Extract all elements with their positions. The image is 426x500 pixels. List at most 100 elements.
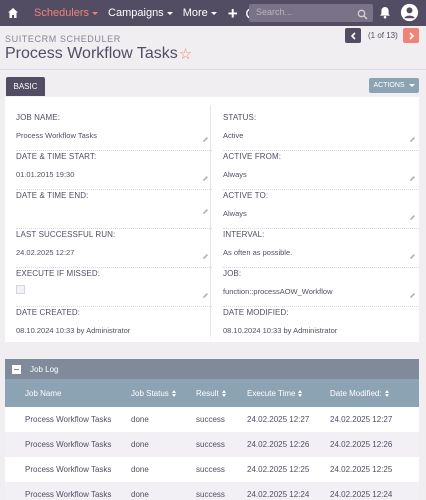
- field-job-name: JOB NAME: Process Workflow Tasks: [16, 113, 212, 151]
- actions-button[interactable]: ACTIONS: [369, 78, 419, 93]
- cell-execute-time: 24.02.2025 12:25: [247, 465, 310, 474]
- job-log-table-header: Job Name Job Status Result Execute Time …: [5, 379, 419, 407]
- field-execute-if-missed: EXECUTE IF MISSED:: [16, 269, 212, 307]
- field-separator: [223, 228, 419, 229]
- cell-execute-time: 24.02.2025 12:26: [247, 440, 310, 449]
- field-value: 08.10.2024 10:33 by Administrator: [223, 326, 338, 335]
- column-header-label: Execute Time: [247, 389, 296, 398]
- field-label: DATE CREATED:: [16, 308, 81, 317]
- top-navigation: Schedulers Campaigns More + Search...: [0, 0, 426, 26]
- previous-record-button[interactable]: [345, 28, 361, 43]
- field-job: JOB: function::processAOW_Workflow: [223, 269, 419, 307]
- cell-result: success: [196, 490, 225, 499]
- page-title-text: Process Workflow Tasks: [5, 45, 178, 62]
- cell-job-name[interactable]: Process Workflow Tasks: [25, 440, 111, 449]
- home-button[interactable]: [2, 0, 24, 26]
- plus-icon[interactable]: +: [228, 5, 238, 22]
- search-input[interactable]: Search...: [249, 4, 373, 22]
- pencil-icon[interactable]: [409, 247, 416, 265]
- column-header-label: Date Modified:: [330, 389, 382, 398]
- column-header-label: Job Status: [131, 389, 169, 398]
- field-separator: [223, 306, 419, 307]
- chevron-down-icon: [408, 84, 415, 87]
- job-log-title: Job Log: [30, 364, 59, 374]
- field-label: INTERVAL:: [223, 230, 265, 239]
- column-header-job-status[interactable]: Job Status: [131, 389, 176, 398]
- column-header-date-modified[interactable]: Date Modified:: [330, 389, 389, 398]
- column-header-execute-time[interactable]: Execute Time: [247, 389, 303, 398]
- search-icon[interactable]: [357, 7, 368, 25]
- nav-more[interactable]: More: [183, 7, 217, 19]
- column-header-job-name[interactable]: Job Name: [25, 389, 61, 398]
- pencil-icon[interactable]: [202, 247, 209, 265]
- pencil-icon[interactable]: [409, 208, 416, 226]
- cell-result: success: [196, 415, 225, 424]
- cell-execute-time: 24.02.2025 12:27: [247, 415, 310, 424]
- collapse-icon[interactable]: [12, 364, 21, 374]
- chevron-down-icon: [92, 11, 99, 15]
- field-label: JOB NAME:: [16, 113, 61, 122]
- field-separator: [16, 189, 212, 190]
- nav-schedulers[interactable]: Schedulers: [34, 7, 99, 19]
- sort-icon[interactable]: [171, 390, 176, 397]
- user-avatar-icon[interactable]: [400, 3, 419, 27]
- job-log-header[interactable]: Job Log: [5, 359, 419, 379]
- home-icon: [8, 8, 18, 18]
- sort-icon[interactable]: [298, 390, 303, 397]
- field-value: Process Workflow Tasks: [16, 131, 97, 140]
- pencil-icon[interactable]: [202, 286, 209, 304]
- actions-label: ACTIONS: [373, 82, 405, 89]
- cell-job-name[interactable]: Process Workflow Tasks: [25, 490, 111, 499]
- sort-icon[interactable]: [221, 390, 226, 397]
- pencil-icon[interactable]: [202, 169, 209, 187]
- pencil-icon[interactable]: [409, 169, 416, 187]
- star-icon[interactable]: ☆: [179, 45, 192, 63]
- field-value: Always: [223, 209, 247, 218]
- nav-more-label: More: [182, 7, 208, 19]
- field-active-from: ACTIVE FROM: Always: [223, 152, 419, 190]
- cell-job-status: done: [131, 440, 149, 449]
- chevron-left-icon: [350, 31, 356, 40]
- field-label: ACTIVE TO:: [223, 191, 269, 200]
- pencil-icon[interactable]: [409, 286, 416, 304]
- field-value: 01.01.2015 19:30: [16, 170, 75, 179]
- sort-icon[interactable]: [384, 390, 389, 397]
- cell-result: success: [196, 440, 225, 449]
- field-separator: [223, 267, 419, 268]
- field-value: Always: [223, 170, 247, 179]
- bell-icon[interactable]: [379, 6, 391, 24]
- pencil-icon[interactable]: [409, 130, 416, 148]
- field-separator: [223, 150, 419, 151]
- chevron-down-icon: [166, 11, 173, 15]
- field-separator: [16, 267, 212, 268]
- table-row: Process Workflow Tasks done success 24.0…: [5, 407, 419, 432]
- cell-date-modified: 24.02.2025 12:27: [330, 415, 393, 424]
- cell-job-status: done: [131, 415, 149, 424]
- pencil-icon[interactable]: [202, 130, 209, 148]
- field-separator: [16, 228, 212, 229]
- execute-if-missed-checkbox: [16, 285, 25, 294]
- chevron-right-icon: [408, 31, 414, 40]
- nav-schedulers-label: Schedulers: [34, 7, 90, 19]
- table-row: Process Workflow Tasks done success 24.0…: [5, 457, 419, 482]
- field-date-time-end: DATE & TIME END:: [16, 191, 212, 229]
- cell-job-name[interactable]: Process Workflow Tasks: [25, 415, 111, 424]
- field-value: 24.02.2025 12:27: [16, 248, 75, 257]
- field-label: DATE MODIFIED:: [223, 308, 289, 317]
- column-header-label: Result: [196, 389, 219, 398]
- next-record-button[interactable]: [403, 28, 419, 43]
- nav-campaigns[interactable]: Campaigns: [108, 7, 173, 19]
- cell-job-name[interactable]: Process Workflow Tasks: [25, 465, 111, 474]
- field-value: As often as possible.: [223, 248, 293, 257]
- column-header-result[interactable]: Result: [196, 389, 226, 398]
- field-interval: INTERVAL: As often as possible.: [223, 230, 419, 268]
- column-header-label: Job Name: [25, 389, 62, 398]
- search-placeholder: Search...: [256, 7, 293, 17]
- pencil-icon[interactable]: [202, 202, 209, 220]
- tab-basic[interactable]: BASIC: [6, 77, 45, 96]
- field-label: EXECUTE IF MISSED:: [16, 269, 101, 278]
- field-label: STATUS:: [223, 113, 257, 122]
- cell-job-status: done: [131, 490, 149, 499]
- cell-date-modified: 24.02.2025 12:26: [330, 440, 393, 449]
- cell-job-status: done: [131, 465, 149, 474]
